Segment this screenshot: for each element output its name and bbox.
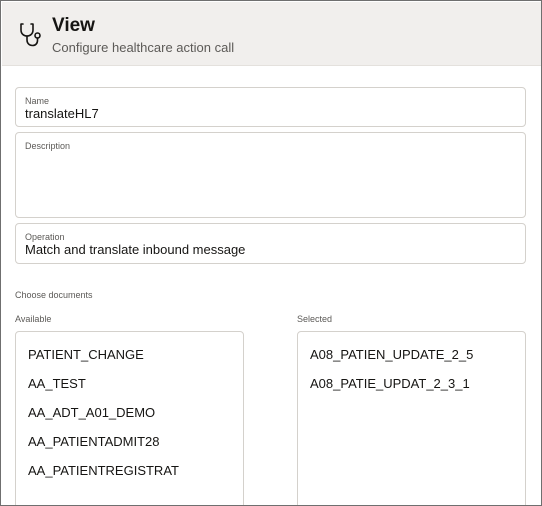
- description-field[interactable]: Description: [15, 132, 526, 218]
- available-item[interactable]: AA_ADT_A01_DEMO: [28, 405, 155, 420]
- name-field[interactable]: Name translateHL7: [15, 87, 526, 127]
- selected-list[interactable]: A08_PATIEN_UPDATE_2_5 A08_PATIE_UPDAT_2_…: [297, 331, 526, 505]
- description-field-label: Description: [25, 141, 71, 151]
- selected-label: Selected: [297, 314, 333, 324]
- choose-documents-label: Choose documents: [15, 290, 93, 300]
- available-label: Available: [15, 314, 52, 324]
- available-list[interactable]: PATIENT_CHANGE AA_TEST AA_ADT_A01_DEMO A…: [15, 331, 244, 505]
- dialog-header: View Configure healthcare action call: [2, 2, 541, 66]
- available-item[interactable]: AA_PATIENTADMIT28: [28, 434, 159, 449]
- selected-item[interactable]: A08_PATIE_UPDAT_2_3_1: [310, 376, 470, 391]
- available-item[interactable]: AA_PATIENTREGISTRAT: [28, 463, 179, 478]
- available-item[interactable]: AA_TEST: [28, 376, 86, 391]
- operation-field-value: Match and translate inbound message: [25, 242, 246, 257]
- page-subtitle: Configure healthcare action call: [52, 40, 235, 55]
- name-field-value: translateHL7: [25, 106, 99, 121]
- available-item[interactable]: PATIENT_CHANGE: [28, 347, 144, 362]
- name-field-label: Name: [25, 96, 50, 106]
- selected-item[interactable]: A08_PATIEN_UPDATE_2_5: [310, 347, 473, 362]
- dialog-window: View Configure healthcare action call Na…: [0, 0, 542, 506]
- page-title: View: [52, 15, 95, 36]
- stethoscope-icon: [20, 23, 41, 47]
- operation-field-label: Operation: [25, 232, 65, 242]
- operation-field[interactable]: Operation Match and translate inbound me…: [15, 223, 526, 264]
